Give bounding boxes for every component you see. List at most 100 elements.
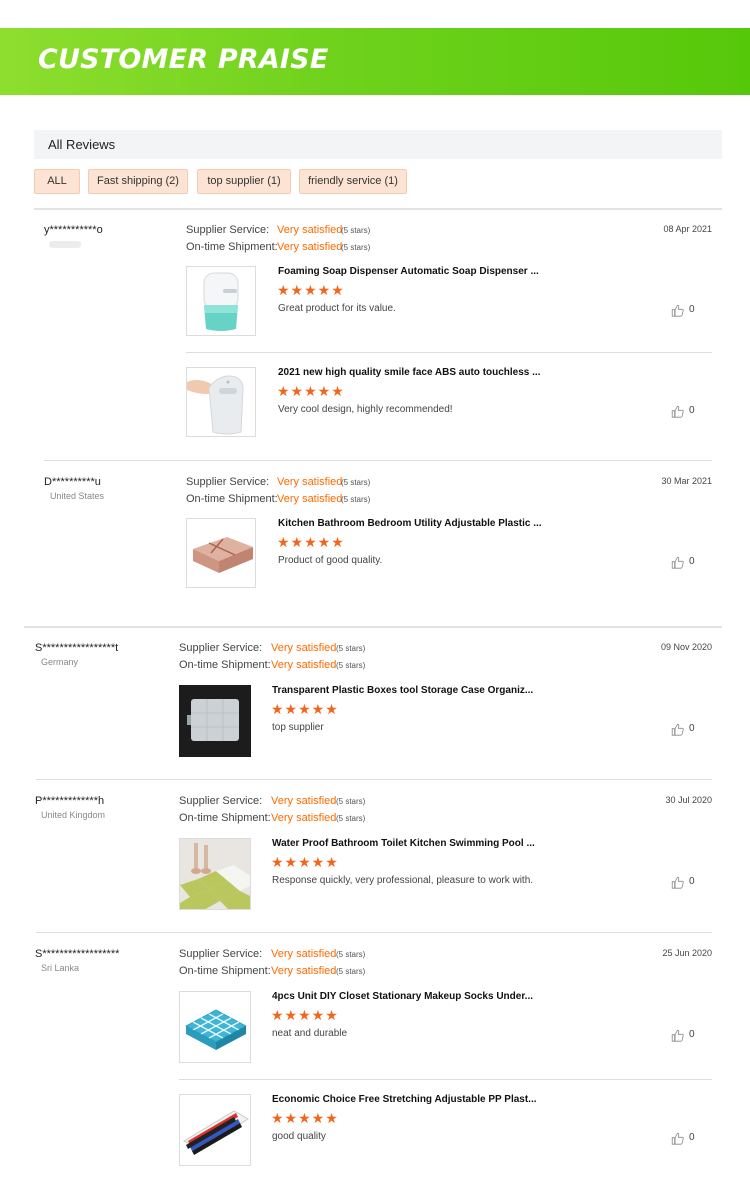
chip-all[interactable]: ALL	[34, 169, 80, 194]
thumbs-up-icon[interactable]	[671, 723, 684, 736]
ontime-shipment-value: Very satisfied	[277, 241, 343, 253]
product-thumbnail-touchless-dispenser[interactable]	[186, 367, 256, 437]
product-rating-stars: ★★★★★	[271, 1007, 339, 1023]
ontime-shipment-value: Very satisfied	[271, 965, 337, 977]
supplier-service-value: Very satisfied	[277, 476, 343, 488]
review-date: 30 Mar 2021	[661, 476, 712, 486]
all-reviews-label: All Reviews	[48, 137, 116, 152]
ontime-shipment-stars: (5 stars)	[341, 495, 371, 504]
like-count: 0	[689, 1132, 695, 1143]
product-thumbnail-soap-dispenser[interactable]	[186, 266, 256, 336]
product-thumbnail-floor-mat[interactable]	[179, 838, 251, 910]
ontime-shipment-stars: (5 stars)	[341, 243, 371, 252]
product-title[interactable]: Kitchen Bathroom Bedroom Utility Adjusta…	[278, 518, 542, 529]
ontime-shipment-label: On-time Shipment:	[186, 493, 278, 505]
review-comment: good quality	[272, 1131, 326, 1142]
review-comment: Great product for its value.	[278, 303, 396, 314]
ontime-shipment-label: On-time Shipment:	[186, 241, 278, 253]
divider	[179, 1079, 712, 1080]
supplier-service-stars: (5 stars)	[336, 644, 366, 653]
ontime-shipment-stars: (5 stars)	[336, 661, 366, 670]
product-title[interactable]: Transparent Plastic Boxes tool Storage C…	[272, 685, 533, 696]
thumbs-up-icon[interactable]	[671, 1029, 684, 1042]
thumbs-up-icon[interactable]	[671, 876, 684, 889]
review-date: 09 Nov 2020	[660, 642, 712, 652]
supplier-service-label: Supplier Service:	[179, 948, 263, 960]
product-thumbnail-storage-case[interactable]	[179, 685, 251, 757]
thumbs-up-icon[interactable]	[671, 405, 684, 418]
reviewer-name: S*****************t	[35, 642, 119, 654]
supplier-service-stars: (5 stars)	[341, 226, 371, 235]
divider	[36, 932, 712, 933]
reviewer-name: y***********o	[44, 224, 103, 236]
supplier-service-value: Very satisfied	[271, 948, 337, 960]
reviewer-name: S******************	[35, 948, 120, 960]
header-banner: CUSTOMER PRAISE	[0, 28, 750, 95]
ontime-shipment-label: On-time Shipment:	[179, 812, 271, 824]
divider	[24, 626, 722, 628]
chip-fast-shipping[interactable]: Fast shipping (2)	[88, 169, 188, 194]
reviewer-name: P*************h	[35, 795, 105, 807]
all-reviews-bar: All Reviews	[34, 130, 722, 159]
supplier-service-stars: (5 stars)	[336, 797, 366, 806]
reviewer-country: United Kingdom	[41, 810, 106, 820]
supplier-service-stars: (5 stars)	[341, 478, 371, 487]
reviewer-country: Sri Lanka	[41, 963, 80, 973]
product-rating-stars: ★★★★★	[271, 854, 339, 870]
review-comment: neat and durable	[272, 1028, 348, 1039]
product-rating-stars: ★★★★★	[277, 534, 345, 550]
supplier-service-value: Very satisfied	[277, 224, 343, 236]
thumbs-up-icon[interactable]	[671, 556, 684, 569]
product-rating-stars: ★★★★★	[277, 383, 345, 399]
like-count: 0	[689, 876, 695, 887]
supplier-service-value: Very satisfied	[271, 642, 337, 654]
supplier-service-stars: (5 stars)	[336, 950, 366, 959]
product-rating-stars: ★★★★★	[271, 701, 339, 717]
ontime-shipment-stars: (5 stars)	[336, 814, 366, 823]
thumbs-up-icon[interactable]	[671, 304, 684, 317]
product-title[interactable]: Water Proof Bathroom Toilet Kitchen Swim…	[272, 838, 535, 849]
ontime-shipment-value: Very satisfied	[271, 659, 337, 671]
product-title[interactable]: Economic Choice Free Stretching Adjustab…	[272, 1094, 537, 1105]
product-title[interactable]: 4pcs Unit DIY Closet Stationary Makeup S…	[272, 991, 533, 1002]
reviewer-country: United States	[50, 491, 105, 501]
divider	[36, 779, 712, 780]
ontime-shipment-label: On-time Shipment:	[179, 965, 271, 977]
divider	[44, 460, 712, 461]
like-count: 0	[689, 304, 695, 315]
product-rating-stars: ★★★★★	[271, 1110, 339, 1126]
product-thumbnail-drawer-organizer[interactable]	[186, 518, 256, 588]
review-comment: Response quickly, very professional, ple…	[272, 875, 534, 886]
reviewer-name: D**********u	[44, 476, 101, 488]
reviewer-country: Germany	[41, 657, 79, 667]
divider	[34, 208, 722, 210]
ontime-shipment-label: On-time Shipment:	[179, 659, 271, 671]
product-thumbnail-adjustable-divider[interactable]	[179, 1094, 251, 1166]
product-rating-stars: ★★★★★	[277, 282, 345, 298]
supplier-service-value: Very satisfied	[271, 795, 337, 807]
supplier-service-label: Supplier Service:	[179, 642, 263, 654]
product-title[interactable]: 2021 new high quality smile face ABS aut…	[278, 367, 540, 378]
thumbs-up-icon[interactable]	[671, 1132, 684, 1145]
product-thumbnail-closet-divider[interactable]	[179, 991, 251, 1063]
review-comment: top supplier	[272, 722, 324, 733]
chip-friendly-service[interactable]: friendly service (1)	[299, 169, 407, 194]
chip-top-supplier[interactable]: top supplier (1)	[197, 169, 291, 194]
review-comment: Very cool design, highly recommended!	[278, 404, 453, 415]
supplier-service-label: Supplier Service:	[186, 224, 270, 236]
product-title[interactable]: Foaming Soap Dispenser Automatic Soap Di…	[278, 266, 539, 277]
review-comment: Product of good quality.	[278, 555, 383, 566]
like-count: 0	[689, 556, 695, 567]
like-count: 0	[689, 723, 695, 734]
review-date: 25 Jun 2020	[662, 948, 712, 958]
banner-title: CUSTOMER PRAISE	[38, 44, 329, 75]
review-date: 08 Apr 2021	[663, 224, 712, 234]
like-count: 0	[689, 405, 695, 416]
review-date: 30 Jul 2020	[665, 795, 712, 805]
ontime-shipment-value: Very satisfied	[277, 493, 343, 505]
ontime-shipment-stars: (5 stars)	[336, 967, 366, 976]
supplier-service-label: Supplier Service:	[186, 476, 270, 488]
reviewer-country-blurred	[49, 241, 81, 248]
like-count: 0	[689, 1029, 695, 1040]
divider	[186, 352, 712, 353]
